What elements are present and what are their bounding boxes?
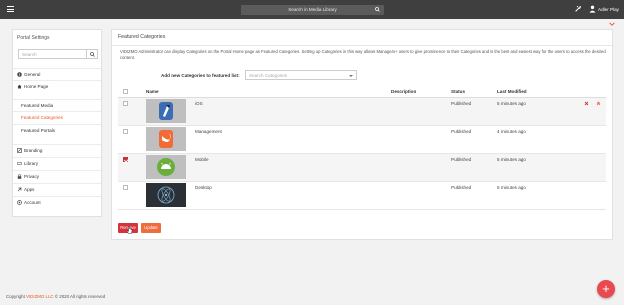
- select-all-checkbox[interactable]: [123, 89, 128, 94]
- sidebar-item-featured-categories[interactable]: Featured Categories: [13, 111, 101, 123]
- tools-icon[interactable]: [575, 6, 581, 12]
- footer: Copyright VIDIZMO LLC © 2020 All rights …: [6, 294, 105, 299]
- move-row-icon[interactable]: [596, 101, 601, 106]
- row-status: Published: [451, 129, 472, 134]
- row-checkbox[interactable]: [123, 185, 128, 190]
- update-button[interactable]: Update: [141, 223, 161, 233]
- row-last-modified: 5 minutes ago: [497, 101, 526, 106]
- sidebar-search-button[interactable]: [86, 50, 97, 58]
- sidebar-item-privacy[interactable]: Privacy: [13, 170, 101, 182]
- sidebar-item-label: Privacy: [24, 174, 40, 179]
- column-header-name[interactable]: Name: [146, 89, 159, 94]
- row-name: iOS: [195, 101, 203, 106]
- table-row[interactable]: Desktop Published 5 minutes ago: [118, 182, 606, 210]
- row-last-modified: 5 minutes ago: [497, 157, 526, 162]
- row-name: Mobile: [195, 157, 209, 162]
- ios-thumbnail-icon[interactable]: [146, 99, 186, 123]
- sidebar-item-label: Branding: [24, 148, 43, 153]
- row-name: Desktop: [195, 185, 212, 190]
- page-description: VIDIZMO Administrator can display Catego…: [120, 49, 606, 60]
- brand-link[interactable]: VIDIZMO LLC: [26, 294, 54, 299]
- user-name[interactable]: Adler Play: [598, 7, 619, 12]
- plus-icon: +: [602, 281, 610, 296]
- column-header-description[interactable]: Description: [391, 89, 416, 94]
- media-search-input[interactable]: Search in Media Library: [241, 5, 384, 15]
- sidebar-item-account[interactable]: Account: [13, 196, 101, 208]
- library-icon: [17, 162, 22, 165]
- row-checkbox[interactable]: [123, 129, 128, 134]
- android-thumbnail-icon[interactable]: [146, 155, 186, 179]
- search-icon: [90, 51, 95, 57]
- sidebar-item-label: Featured Media: [21, 103, 54, 108]
- sidebar-item-featured-media[interactable]: Featured Media: [13, 99, 101, 111]
- branding-icon: [17, 148, 22, 153]
- row-name: Management: [195, 129, 222, 134]
- apps-icon: [17, 187, 22, 192]
- sidebar-item-library[interactable]: Library: [13, 157, 101, 169]
- sidebar-item-label: Home Page: [24, 84, 49, 89]
- sidebar-item-home-page[interactable]: Home Page: [13, 80, 101, 92]
- chevron-down-icon[interactable]: [609, 22, 615, 26]
- settings-sidebar: Portal Settings Search General Home Page…: [12, 29, 102, 217]
- atom-thumbnail-icon[interactable]: [146, 183, 186, 207]
- sidebar-item-label: General: [24, 72, 41, 77]
- sidebar-item-label: Library: [24, 161, 39, 166]
- sidebar-item-general[interactable]: General: [13, 68, 101, 80]
- row-last-modified: 5 minutes ago: [497, 185, 526, 190]
- divider: [112, 45, 612, 46]
- user-avatar-icon[interactable]: [589, 5, 596, 13]
- hamburger-menu-icon[interactable]: [7, 6, 14, 12]
- sidebar-search-placeholder: Search: [22, 52, 37, 57]
- category-search-select[interactable]: Search Categories: [245, 70, 357, 80]
- category-search-placeholder: Search Categories: [249, 73, 288, 78]
- row-last-modified: 4 minutes ago: [497, 129, 526, 134]
- column-header-status[interactable]: Status: [451, 89, 465, 94]
- search-icon[interactable]: [375, 7, 380, 12]
- add-categories-label: Add new Categories to featured list:: [161, 73, 240, 78]
- page-title: Featured Categories: [118, 34, 166, 40]
- home-icon: [17, 84, 22, 89]
- account-icon: [17, 200, 22, 205]
- swift-thumbnail-icon[interactable]: [146, 127, 186, 151]
- sidebar-item-label: Account: [24, 200, 41, 205]
- table-row[interactable]: Mobile Published 5 minutes ago: [118, 154, 606, 182]
- sidebar-item-branding[interactable]: Branding: [13, 144, 101, 156]
- row-status: Published: [451, 101, 472, 106]
- sidebar-item-label: Featured Categories: [21, 115, 63, 120]
- remove-row-icon[interactable]: [584, 101, 589, 106]
- lock-icon: [17, 174, 22, 179]
- table-row[interactable]: iOS Published 5 minutes ago: [118, 98, 606, 126]
- row-checkbox[interactable]: [123, 101, 128, 106]
- top-bar: Search in Media Library Adler Play: [0, 0, 624, 19]
- row-status: Published: [451, 185, 472, 190]
- media-search-text: Search in Media Library: [288, 7, 337, 12]
- row-checkbox[interactable]: [123, 157, 128, 162]
- sidebar-title: Portal Settings: [17, 35, 50, 41]
- sidebar-item-label: Featured Portals: [21, 128, 55, 133]
- sidebar-search-input[interactable]: Search: [18, 49, 98, 59]
- column-header-last-modified[interactable]: Last Modified: [497, 89, 527, 94]
- table-row[interactable]: Management Published 4 minutes ago: [118, 126, 606, 154]
- mouse-cursor-icon: [126, 226, 133, 234]
- copyright-suffix: © 2020 All rights reserved: [54, 294, 106, 299]
- sidebar-item-apps[interactable]: Apps: [13, 183, 101, 195]
- sidebar-item-featured-portals[interactable]: Featured Portals: [13, 124, 101, 136]
- sidebar-item-label: Apps: [24, 187, 35, 192]
- info-icon: [17, 72, 22, 77]
- add-button[interactable]: +: [597, 280, 615, 298]
- table-header: Name Description Status Last Modified: [118, 86, 606, 98]
- copyright-prefix: Copyright: [6, 294, 25, 299]
- row-status: Published: [451, 157, 472, 162]
- featured-categories-panel: Featured Categories VIDIZMO Administrato…: [111, 29, 613, 240]
- caret-down-icon: [349, 74, 353, 77]
